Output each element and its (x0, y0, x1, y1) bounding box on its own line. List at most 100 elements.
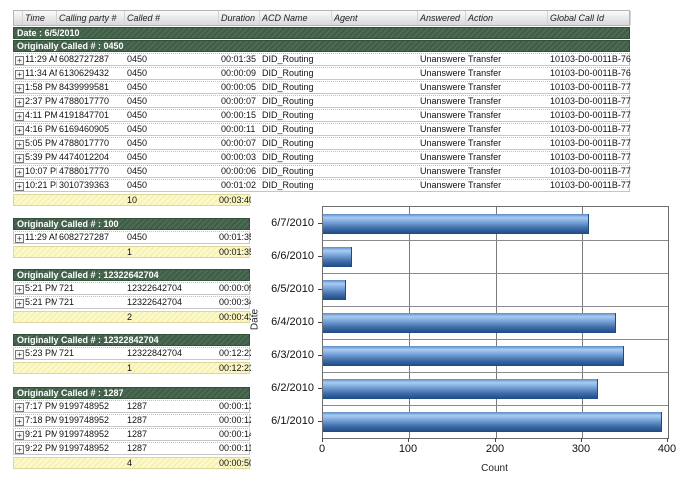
expand-cell: + (14, 54, 23, 65)
cell-calling-party: 6082727287 (57, 232, 125, 243)
expand-cell: + (14, 110, 23, 121)
cell-called: 0450 (125, 110, 219, 121)
cell-acd-name: DID_Routing (260, 152, 332, 163)
cell-called: 0450 (125, 124, 219, 135)
column-header-acd-name[interactable]: ACD Name (260, 11, 332, 25)
column-header-time[interactable]: Time (23, 11, 57, 25)
cell-agent (332, 166, 418, 177)
y-axis-label: 6/3/2010 (250, 348, 314, 362)
column-header-duration[interactable]: Duration (219, 11, 260, 25)
y-axis-label: 6/6/2010 (250, 249, 314, 263)
cell-called: 0450 (125, 152, 219, 163)
cell-action: Transfer (466, 152, 548, 163)
cell-answered: Unanswered (418, 96, 466, 107)
cell-calling-party: 8439999581 (57, 82, 125, 93)
grid-line-horizontal (323, 273, 668, 274)
cell-time: 5:23 PM (23, 348, 57, 359)
grid-line-horizontal (323, 240, 668, 241)
summary-total-duration: 00:03:40 (219, 195, 251, 205)
cell-agent (332, 180, 418, 191)
expand-cell: + (14, 415, 23, 426)
cell-calling-party: 3010739363 (57, 180, 125, 191)
cell-acd-name: DID_Routing (260, 138, 332, 149)
cell-answered: Unanswered (418, 54, 466, 65)
bar-6/6/2010 (323, 247, 352, 267)
y-axis-label: 6/2/2010 (250, 381, 314, 395)
expand-cell: + (14, 124, 23, 135)
x-axis-tick-label: 200 (473, 443, 517, 455)
summary-count: 1 (125, 363, 219, 373)
column-header-calling-party[interactable]: Calling party # (57, 11, 125, 25)
x-axis-title: Count (322, 463, 667, 474)
cell-global-call-id: 10103-D0-0011B-768 (548, 54, 631, 65)
cell-duration: 00:00:09 (219, 68, 260, 79)
cell-time: 10:07 PM (23, 166, 57, 177)
cell-answered: Unanswered (418, 180, 466, 191)
cell-calling-party: 9199748952 (57, 443, 125, 454)
table-row: +4:16 PM6169460905045000:00:11DID_Routin… (13, 123, 630, 136)
y-axis-label: 6/5/2010 (250, 282, 314, 296)
cell-calling-party: 9199748952 (57, 415, 125, 426)
table-row: +10:07 PM4788017770045000:00:06DID_Routi… (13, 165, 630, 178)
expand-cell: + (14, 443, 23, 454)
cell-duration: 00:00:34 (219, 297, 251, 308)
table-row: +7:18 PM9199748952128700:00:12 (13, 414, 250, 427)
table-header-row: Time Calling party # Called # Duration A… (13, 10, 630, 26)
cell-calling-party: 4788017770 (57, 166, 125, 177)
table-row: +5:39 PM4474012204045000:00:03DID_Routin… (13, 151, 630, 164)
cell-called: 0450 (125, 232, 219, 243)
x-axis-tick (581, 438, 582, 442)
originally-called-group-header: Originally Called # : 0450 (13, 40, 630, 52)
cell-duration: 00:00:13 (219, 401, 251, 412)
summary-spacer (14, 363, 125, 373)
cell-acd-name: DID_Routing (260, 68, 332, 79)
cell-answered: Unanswered (418, 110, 466, 121)
cell-duration: 00:00:11 (219, 443, 251, 454)
cell-duration: 00:00:14 (219, 429, 251, 440)
cell-time: 4:11 PM (23, 110, 57, 121)
expand-cell: + (14, 297, 23, 308)
cell-called: 0450 (125, 82, 219, 93)
cell-global-call-id: 10103-D0-0011B-772 (548, 110, 631, 121)
cell-agent (332, 138, 418, 149)
x-axis-tick-label: 100 (386, 443, 430, 455)
table-row: +7:17 PM9199748952128700:00:13 (13, 400, 250, 413)
cell-agent (332, 54, 418, 65)
summary-spacer (14, 195, 125, 205)
table-row: +5:21 PM7211232264270400:00:09 (13, 282, 250, 295)
cell-global-call-id: 10103-D0-0011B-770 (548, 82, 631, 93)
cell-calling-party: 6130629432 (57, 68, 125, 79)
grid-line-horizontal (323, 339, 668, 340)
cell-global-call-id: 10103-D0-0011B-773 (548, 124, 631, 135)
summary-spacer (14, 312, 125, 322)
cell-calling-party: 6169460905 (57, 124, 125, 135)
column-header-called[interactable]: Called # (125, 11, 219, 25)
cell-time: 7:17 PM (23, 401, 57, 412)
cell-duration: 00:00:12 (219, 415, 251, 426)
x-axis-tick (322, 438, 323, 442)
expand-cell: + (14, 68, 23, 79)
cell-called: 12322642704 (125, 283, 219, 294)
column-header-agent[interactable]: Agent (332, 11, 418, 25)
table-row: +5:21 PM7211232264270400:00:34 (13, 296, 250, 309)
column-header-global-call-id[interactable]: Global Call Id (548, 11, 631, 25)
column-header-answered[interactable]: Answered (418, 11, 466, 25)
table-row: +1:58 PM8439999581045000:00:05DID_Routin… (13, 81, 630, 94)
cell-calling-party: 721 (57, 283, 125, 294)
summary-count: 1 (125, 247, 219, 257)
table-row: +4:11 PM4191847701045000:00:15DID_Routin… (13, 109, 630, 122)
cell-called: 1287 (125, 415, 219, 426)
cell-time: 2:37 PM (23, 96, 57, 107)
cell-calling-party: 721 (57, 348, 125, 359)
cell-answered: Unanswered (418, 166, 466, 177)
cell-acd-name: DID_Routing (260, 82, 332, 93)
cell-action: Transfer (466, 124, 548, 135)
group-originally-called-0450: Originally Called # : 0450+11:29 AM60827… (13, 40, 630, 206)
cell-time: 7:18 PM (23, 415, 57, 426)
x-axis-tick (408, 438, 409, 442)
cell-called: 0450 (125, 68, 219, 79)
cell-calling-party: 4191847701 (57, 110, 125, 121)
cell-called: 0450 (125, 180, 219, 191)
table-row: +11:34 AM6130629432045000:00:09DID_Routi… (13, 67, 630, 80)
column-header-action[interactable]: Action (466, 11, 548, 25)
